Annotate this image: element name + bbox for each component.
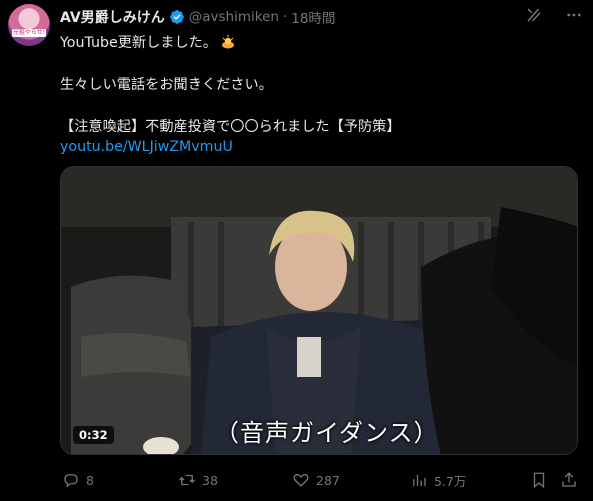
share-icon[interactable] [560, 471, 578, 489]
retweet-button[interactable]: 38 [178, 471, 218, 489]
tweet-actions: 8 38 287 5.7万 [60, 469, 580, 491]
author-handle[interactable]: @avshimiken [189, 9, 279, 25]
tweet-link[interactable]: youtu.be/WLJiwZMvmuU [60, 137, 580, 157]
views-button[interactable]: 5.7万 [410, 471, 466, 490]
grok-icon[interactable] [525, 6, 543, 24]
tweet-line-1: YouTube更新しました。 [60, 35, 218, 51]
video-caption: （音声ガイダンス） [215, 419, 439, 447]
like-button[interactable]: 287 [292, 471, 340, 489]
celebration-emoji-icon [222, 35, 235, 49]
tweet-text: YouTube更新しました。 生々しい電話をお聞きください。 【注意喚起】不動産… [60, 33, 580, 157]
like-icon [293, 473, 309, 487]
views-icon [413, 474, 426, 486]
tweet-line-2: 生々しい電話をお聞きください。 [60, 77, 273, 93]
tweet-header: AV男爵しみけん @avshimiken · 18時間 [60, 6, 335, 28]
video-player[interactable]: （音声ガイダンス） 0:32 [60, 166, 578, 455]
header-separator: · [282, 9, 288, 25]
author-name[interactable]: AV男爵しみけん [60, 7, 165, 27]
video-duration: 0:32 [73, 426, 114, 444]
video-frame [61, 167, 577, 454]
reply-button[interactable]: 8 [62, 471, 94, 489]
reply-count: 8 [86, 472, 94, 488]
bookmark-icon[interactable] [530, 471, 548, 489]
retweet-icon [179, 474, 195, 486]
tweet-top-actions [525, 6, 583, 24]
like-count: 287 [316, 472, 340, 488]
tweet-time[interactable]: 18時間 [291, 7, 335, 27]
reply-icon [64, 474, 78, 488]
views-count: 5.7万 [434, 473, 467, 489]
tweet-line-3: 【注意喚起】不動産投資で〇〇られました【予防策】 [60, 119, 401, 135]
more-icon[interactable] [565, 6, 583, 24]
retweet-count: 38 [202, 472, 218, 488]
author-avatar[interactable]: 元祖やらせ! [8, 4, 50, 46]
verified-icon [169, 10, 184, 24]
avatar-badge: 元祖やらせ! [12, 29, 46, 37]
